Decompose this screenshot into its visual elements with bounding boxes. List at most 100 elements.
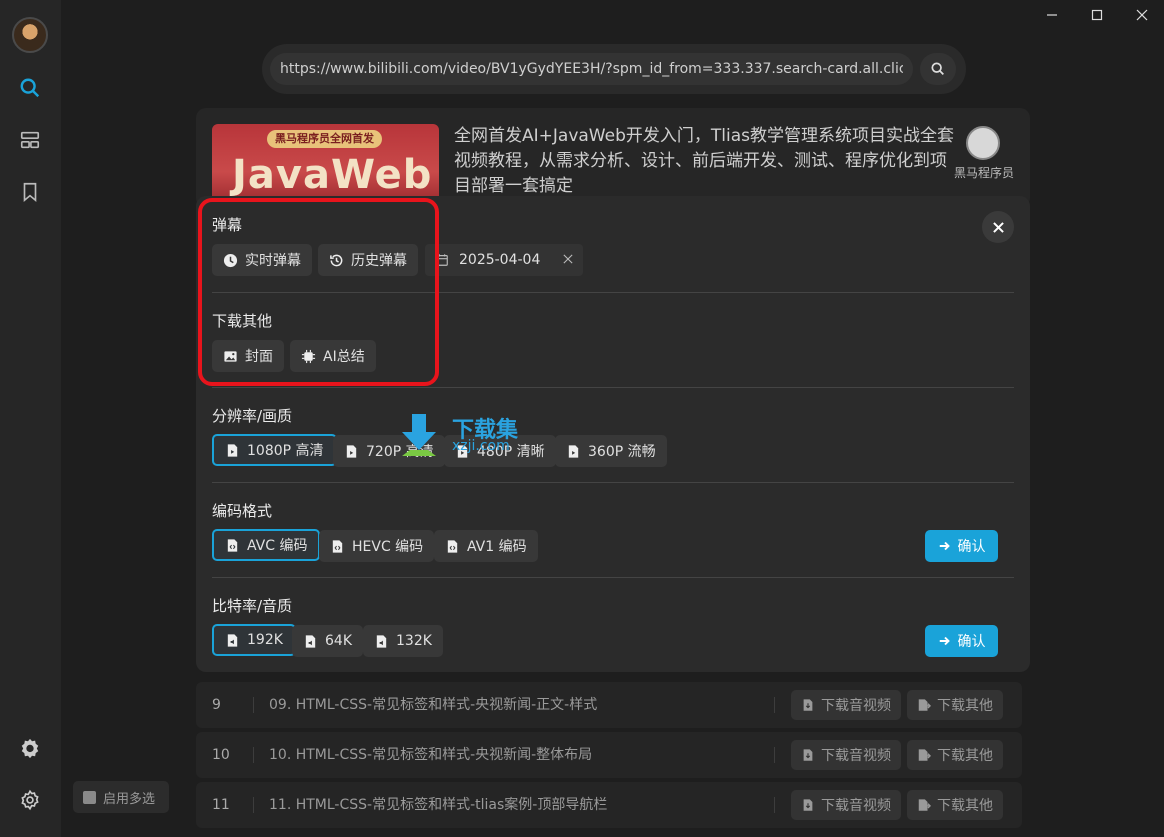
download-arrow-icon — [402, 414, 436, 456]
file-code-icon — [332, 539, 343, 553]
multi-select-label: 启用多选 — [103, 791, 156, 807]
episode-number: 10 — [212, 747, 230, 763]
separator — [774, 797, 775, 813]
episode-row[interactable]: 10 10. HTML-CSS-常见标签和样式-央视新闻-整体布局 下载音视频 … — [196, 732, 1022, 778]
close-icon — [992, 221, 1004, 233]
search-icon — [931, 62, 944, 75]
file-video-icon — [227, 443, 238, 457]
bookmark-icon[interactable] — [18, 180, 42, 204]
download-other-label: 下载其他 — [937, 698, 993, 714]
download-other-button[interactable]: 下载其他 — [907, 690, 1003, 720]
resolution-section-title: 分辨率/画质 — [212, 407, 293, 425]
codec-confirm-button[interactable]: 确认 — [925, 530, 998, 562]
bitrate-confirm-button[interactable]: 确认 — [925, 625, 998, 657]
download-av-label: 下载音视频 — [821, 698, 891, 714]
download-other-button[interactable]: 下载其他 — [907, 740, 1003, 770]
url-input[interactable] — [270, 53, 913, 85]
date-value: 2025-04-04 — [459, 252, 541, 268]
bitrate-label: 132K — [396, 633, 432, 649]
gear-badge-icon[interactable] — [18, 736, 42, 760]
codec-option-avc[interactable]: AVC 编码 — [212, 529, 321, 561]
file-code-icon — [447, 539, 458, 553]
file-video-icon — [568, 444, 579, 458]
file-video-icon — [346, 444, 357, 458]
window-controls — [1029, 0, 1164, 30]
episode-row[interactable]: 11 11. HTML-CSS-常见标签和样式-tlias案例-顶部导航栏 下载… — [196, 782, 1022, 828]
download-other-label: 下载其他 — [937, 798, 993, 814]
bitrate-option-64k[interactable]: 64K — [292, 625, 363, 657]
file-audio-icon — [305, 634, 316, 648]
bitrate-option-132k[interactable]: 132K — [363, 625, 443, 657]
panel-close-button[interactable] — [982, 211, 1014, 243]
close-window-button[interactable] — [1119, 0, 1164, 30]
download-av-button[interactable]: 下载音视频 — [791, 740, 901, 770]
file-download-icon — [803, 749, 813, 761]
watermark-sub: xzji.com — [452, 438, 510, 454]
sidebar — [0, 0, 61, 837]
codec-option-hevc[interactable]: HEVC 编码 — [319, 530, 435, 562]
file-audio-icon — [376, 634, 387, 648]
episode-title: 09. HTML-CSS-常见标签和样式-央视新闻-正文-样式 — [269, 697, 598, 713]
separator — [774, 697, 775, 713]
episode-number: 9 — [212, 697, 221, 713]
bitrate-section-title: 比特率/音质 — [212, 597, 293, 615]
search-button[interactable] — [920, 53, 956, 85]
date-picker[interactable]: 2025-04-04 — [425, 244, 583, 276]
separator — [253, 697, 254, 713]
checkbox[interactable] — [83, 790, 96, 804]
episode-title: 11. HTML-CSS-常见标签和样式-tlias案例-顶部导航栏 — [269, 797, 608, 813]
episode-row[interactable]: 9 09. HTML-CSS-常见标签和样式-央视新闻-正文-样式 下载音视频 … — [196, 682, 1022, 728]
divider — [212, 577, 1014, 578]
search-bar — [262, 44, 966, 94]
watermark: 下载集 xzji.com — [394, 412, 534, 462]
separator — [253, 797, 254, 813]
thumbnail-text: JavaWeb — [232, 152, 433, 198]
divider — [212, 387, 1014, 388]
avatar[interactable] — [12, 17, 48, 53]
resolution-option-360p[interactable]: 360P 流畅 — [555, 435, 667, 467]
thumbnail-tag: 黑马程序员全网首发 — [267, 130, 382, 148]
arrow-right-icon — [939, 636, 950, 646]
separator — [774, 747, 775, 763]
divider — [212, 482, 1014, 483]
resolution-option-1080p[interactable]: 1080P 高清 — [212, 434, 337, 466]
download-other-button[interactable]: 下载其他 — [907, 790, 1003, 820]
search-icon[interactable] — [18, 76, 42, 100]
highlight-annotation — [198, 198, 439, 386]
download-av-button[interactable]: 下载音视频 — [791, 690, 901, 720]
file-download-icon — [803, 799, 813, 811]
codec-option-av1[interactable]: AV1 编码 — [434, 530, 538, 562]
codec-label: HEVC 编码 — [352, 539, 424, 555]
episode-title: 10. HTML-CSS-常见标签和样式-央视新闻-整体布局 — [269, 747, 593, 763]
separator — [253, 747, 254, 763]
file-download-icon — [803, 699, 813, 711]
codec-label: AVC 编码 — [247, 538, 308, 554]
codec-confirm-label: 确认 — [957, 539, 986, 555]
minimize-button[interactable] — [1029, 0, 1074, 30]
file-export-icon — [918, 699, 931, 711]
file-export-icon — [918, 799, 931, 811]
settings-icon[interactable] — [18, 788, 42, 812]
bitrate-label: 64K — [325, 633, 352, 649]
maximize-button[interactable] — [1074, 0, 1119, 30]
codec-label: AV1 编码 — [467, 539, 527, 555]
bitrate-confirm-label: 确认 — [957, 634, 986, 650]
video-card: 黑马程序员全网首发 JavaWeb 全网首发AI+JavaWeb开发入门，Tli… — [196, 108, 1030, 208]
bitrate-label: 192K — [247, 632, 283, 648]
video-thumbnail: 黑马程序员全网首发 JavaWeb — [212, 124, 439, 204]
video-title: 全网首发AI+JavaWeb开发入门，Tlias教学管理系统项目实战全套视频教程… — [454, 126, 954, 196]
uploader-name[interactable]: 黑马程序员 — [952, 164, 1016, 181]
clear-date-icon[interactable] — [563, 252, 573, 268]
download-av-label: 下载音视频 — [821, 748, 891, 764]
download-av-label: 下载音视频 — [821, 798, 891, 814]
resolution-label: 360P 流畅 — [588, 444, 656, 460]
codec-section-title: 编码格式 — [212, 502, 273, 520]
multi-select-toggle[interactable]: 启用多选 — [73, 781, 169, 813]
arrow-right-icon — [939, 541, 950, 551]
resolution-label: 1080P 高清 — [247, 443, 324, 459]
download-other-label: 下载其他 — [937, 748, 993, 764]
bitrate-option-192k[interactable]: 192K — [212, 624, 296, 656]
uploader-avatar[interactable] — [966, 126, 1000, 160]
list-icon[interactable] — [18, 128, 42, 152]
download-av-button[interactable]: 下载音视频 — [791, 790, 901, 820]
